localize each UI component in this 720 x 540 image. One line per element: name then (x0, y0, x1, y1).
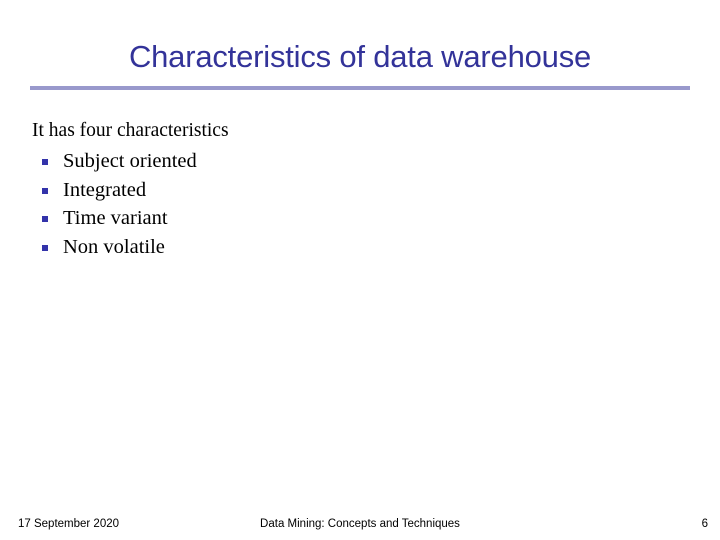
body-lead-line: It has four characteristics (32, 120, 229, 141)
title-divider (30, 86, 690, 90)
list-item-label: Non volatile (63, 235, 165, 258)
square-bullet-icon (42, 244, 48, 251)
slide-body: It has four characteristics Subject orie… (32, 118, 672, 261)
list-item: Time variant (32, 204, 672, 233)
square-bullet-icon (42, 216, 48, 223)
square-bullet-icon (42, 187, 48, 194)
footer-page-number: 6 (701, 518, 708, 530)
list-item-label: Subject oriented (63, 150, 197, 172)
list-item-label: Time variant (63, 207, 168, 230)
slide-title-block: Characteristics of data warehouse (30, 34, 690, 80)
slide-canvas: Characteristics of data warehouse It has… (0, 0, 720, 540)
list-item: Integrated (32, 176, 672, 205)
list-item: Subject oriented (32, 147, 672, 176)
footer-title: Data Mining: Concepts and Techniques (260, 518, 460, 530)
slide-footer: 17 September 2020 Data Mining: Concepts … (0, 516, 720, 536)
characteristics-list: Subject oriented Integrated Time variant… (32, 147, 672, 261)
square-bullet-icon (42, 159, 48, 165)
list-item: Non volatile (32, 233, 672, 262)
page-title: Characteristics of data warehouse (128, 38, 592, 74)
list-item-label: Integrated (63, 178, 147, 201)
